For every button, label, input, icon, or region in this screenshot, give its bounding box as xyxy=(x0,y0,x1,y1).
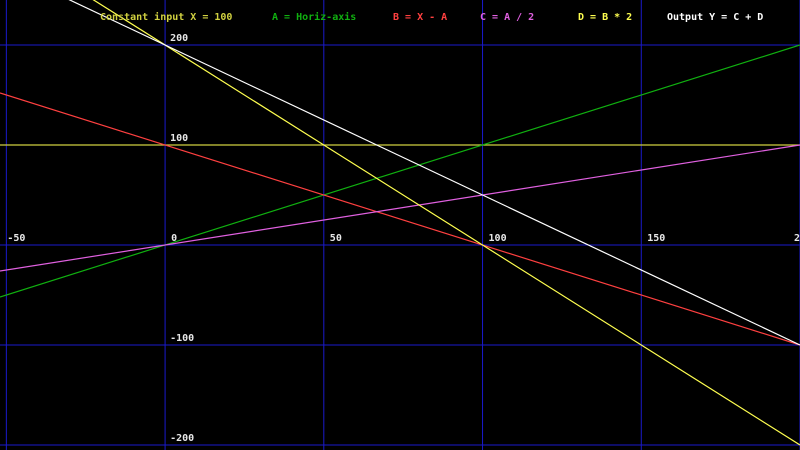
series-line-2 xyxy=(0,92,800,346)
x-tick-label: 150 xyxy=(647,233,665,244)
x-tick-label: -50 xyxy=(7,233,25,244)
x-tick-label: 2 xyxy=(794,233,800,244)
y-tick-label: -200 xyxy=(170,433,194,444)
x-tick-label: 50 xyxy=(330,233,342,244)
legend-entry: Constant input X = 100 xyxy=(100,11,232,23)
legend-entry: B = X - A xyxy=(393,12,447,23)
tick-labels: -50 0 50 100 150 2 -200 -100 100 200 xyxy=(7,33,800,444)
line-chart: -50 0 50 100 150 2 -200 -100 100 200 Constant inp… xyxy=(0,0,800,450)
series-lines xyxy=(0,0,800,446)
x-tick-label: 100 xyxy=(489,233,507,244)
series-line-3 xyxy=(0,144,800,272)
series-line-5 xyxy=(68,0,800,346)
grid-lines xyxy=(0,0,800,450)
legend-entry: D = B * 2 xyxy=(578,12,632,23)
y-tick-label: 200 xyxy=(170,33,188,44)
legend: Constant input X = 100 A = Horiz-axis B = … xyxy=(100,11,763,23)
series-line-4 xyxy=(92,0,800,446)
legend-entry: Output Y = C + D xyxy=(667,12,763,23)
x-tick-label: 0 xyxy=(171,233,177,244)
y-tick-label: -100 xyxy=(170,333,194,344)
legend-entry: C = A / 2 xyxy=(480,12,534,23)
series-line-1 xyxy=(0,44,800,298)
y-tick-label: 100 xyxy=(170,133,188,144)
legend-entry: A = Horiz-axis xyxy=(272,11,356,23)
